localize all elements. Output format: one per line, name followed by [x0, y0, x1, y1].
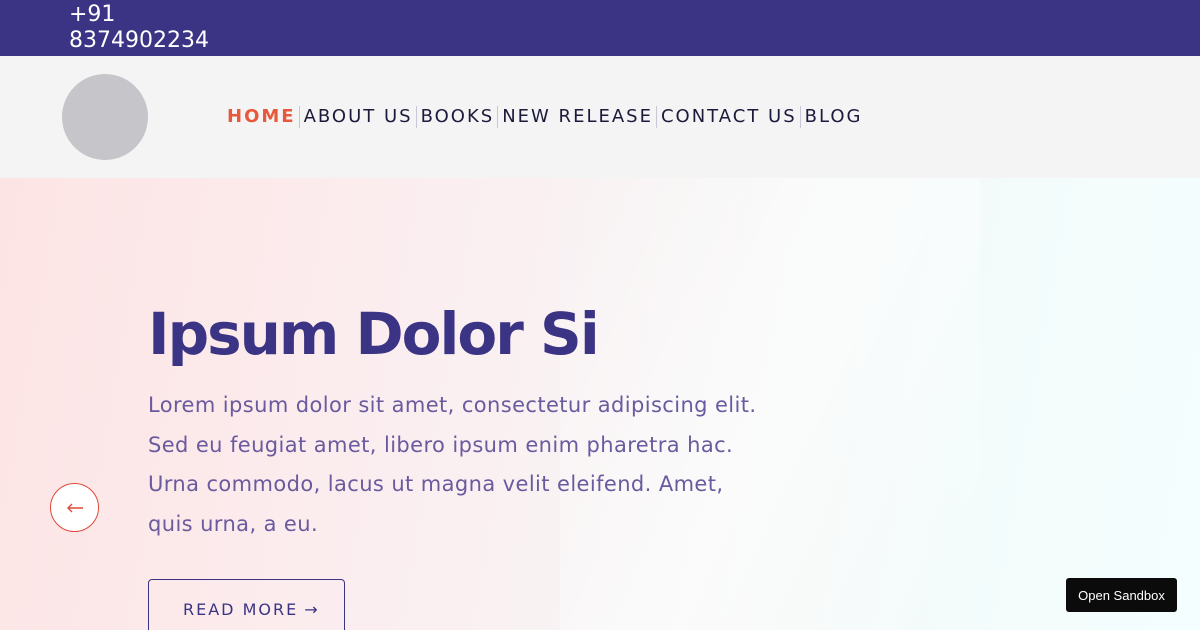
nav-new-release[interactable]: NEW RELEASE [502, 105, 653, 129]
nav-divider [415, 106, 417, 128]
twitter-icon[interactable] [989, 0, 1003, 6]
nav-books[interactable]: BOOKS [421, 105, 495, 129]
youtube-icon[interactable] [1136, 0, 1150, 6]
linkedin-icon[interactable] [1038, 0, 1052, 6]
instagram-icon[interactable] [1087, 0, 1101, 6]
site-logo[interactable] [62, 74, 148, 160]
nav-divider [298, 106, 300, 128]
nav-divider [655, 106, 657, 128]
slider-prev-button[interactable] [50, 483, 99, 532]
arrow-right-icon: → [304, 600, 320, 619]
top-bar: ▪ +91 8374902234 [0, 0, 1200, 56]
nav-blog[interactable]: BLOG [805, 105, 863, 129]
main-nav: HOME ABOUT US BOOKS NEW RELEASE CONTACT … [227, 105, 863, 129]
hero-title: Ipsum Dolor Si [148, 300, 600, 368]
nav-divider [799, 106, 801, 128]
open-sandbox-button[interactable]: Open Sandbox [1066, 578, 1177, 612]
nav-home[interactable]: HOME [227, 105, 296, 129]
read-more-label: READ MORE [183, 600, 299, 619]
hero-banner: Ipsum Dolor Si Lorem ipsum dolor sit ame… [0, 178, 1200, 630]
nav-about-us[interactable]: ABOUT US [304, 105, 413, 129]
main-header: HOME ABOUT US BOOKS NEW RELEASE CONTACT … [0, 56, 1200, 178]
facebook-icon[interactable] [944, 0, 958, 6]
nav-divider [497, 106, 499, 128]
read-more-button[interactable]: READ MORE → [148, 579, 345, 630]
phone-icon: ▪ [50, 0, 60, 4]
hero-description: Lorem ipsum dolor sit amet, consectetur … [148, 393, 757, 536]
phone-number[interactable]: +91 8374902234 [69, 2, 229, 54]
arrow-left-icon [66, 503, 83, 512]
nav-contact-us[interactable]: CONTACT US [661, 105, 797, 129]
